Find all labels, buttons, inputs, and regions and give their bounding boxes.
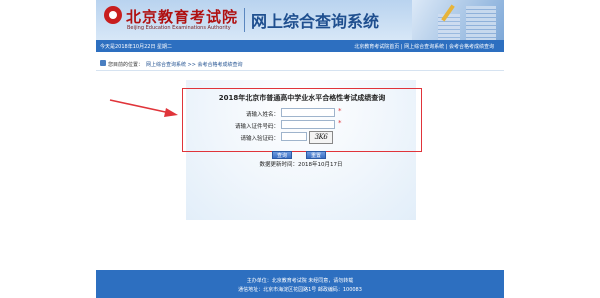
nav-link-home[interactable]: 北京教育考试院首页 — [354, 44, 399, 50]
data-update-time: 数据更新时间：2018年10月17日 — [259, 162, 343, 168]
logo-chinese-name: 北京教育考试院 — [126, 8, 239, 26]
captcha-row: 请输入验证码： — [183, 132, 279, 142]
header-banner: 北京教育考试院 Beijing Education Examinations A… — [96, 0, 504, 40]
logo-english-name: Beijing Education Examinations Authority — [127, 25, 231, 31]
query-button[interactable]: 查询 — [272, 151, 292, 159]
nav-links: 北京教育考试院首页 | 网上综合查询系统 | 会考合格考成绩查询 — [354, 43, 494, 50]
name-row: 请输入姓名： — [183, 108, 279, 118]
form-title: 2018年北京市普通高中学业水平合格性考试成绩查询 — [218, 94, 386, 102]
captcha-input[interactable] — [281, 132, 307, 141]
name-label: 请输入姓名： — [245, 112, 279, 118]
nav-link-query-system[interactable]: 网上综合查询系统 — [404, 44, 444, 50]
top-nav-bar: 今天是2018年10月22日 星期二 北京教育考试院首页 | 网上综合查询系统 … — [96, 40, 504, 52]
logo-divider — [244, 8, 245, 32]
id-number-input[interactable] — [281, 120, 335, 129]
breadcrumb: 您目前的位置： 网上综合查询系统 >> 会考合格考成绩查询 — [96, 58, 504, 71]
required-mark: * — [338, 107, 342, 115]
id-row: 请输入证件号码： — [183, 120, 279, 130]
breadcrumb-label: 您目前的位置： — [108, 62, 144, 68]
footer: 主办单位：北京教育考试院 未经同意，请勿转载 通信地址：北京市海淀区花园路1号 … — [96, 270, 504, 298]
footer-address: 通信地址：北京市海淀区花园路1号 邮政编码：100083 — [238, 287, 362, 293]
score-query-form: 2018年北京市普通高中学业水平合格性考试成绩查询 请输入姓名： * 请输入证件… — [182, 88, 422, 152]
name-input[interactable] — [281, 108, 335, 117]
required-mark: * — [338, 119, 342, 127]
breadcrumb-path[interactable]: 网上综合查询系统 >> 会考合格考成绩查询 — [146, 61, 243, 68]
captcha-image[interactable]: 3K6 — [309, 131, 333, 144]
home-icon — [100, 60, 106, 66]
logo-emblem-icon — [104, 6, 122, 24]
header-building-illustration — [412, 0, 504, 40]
site-title: 网上综合查询系统 — [251, 12, 380, 31]
building-icon — [466, 6, 496, 40]
current-date: 今天是2018年10月22日 星期二 — [100, 44, 173, 50]
page: 北京教育考试院 Beijing Education Examinations A… — [96, 0, 504, 298]
footer-organizer: 主办单位：北京教育考试院 未经同意，请勿转载 — [246, 278, 354, 284]
id-number-label: 请输入证件号码： — [234, 124, 279, 130]
captcha-label: 请输入验证码： — [240, 136, 279, 142]
nav-link-score-query[interactable]: 会考合格考成绩查询 — [449, 44, 494, 50]
reset-button[interactable]: 重置 — [306, 151, 326, 159]
